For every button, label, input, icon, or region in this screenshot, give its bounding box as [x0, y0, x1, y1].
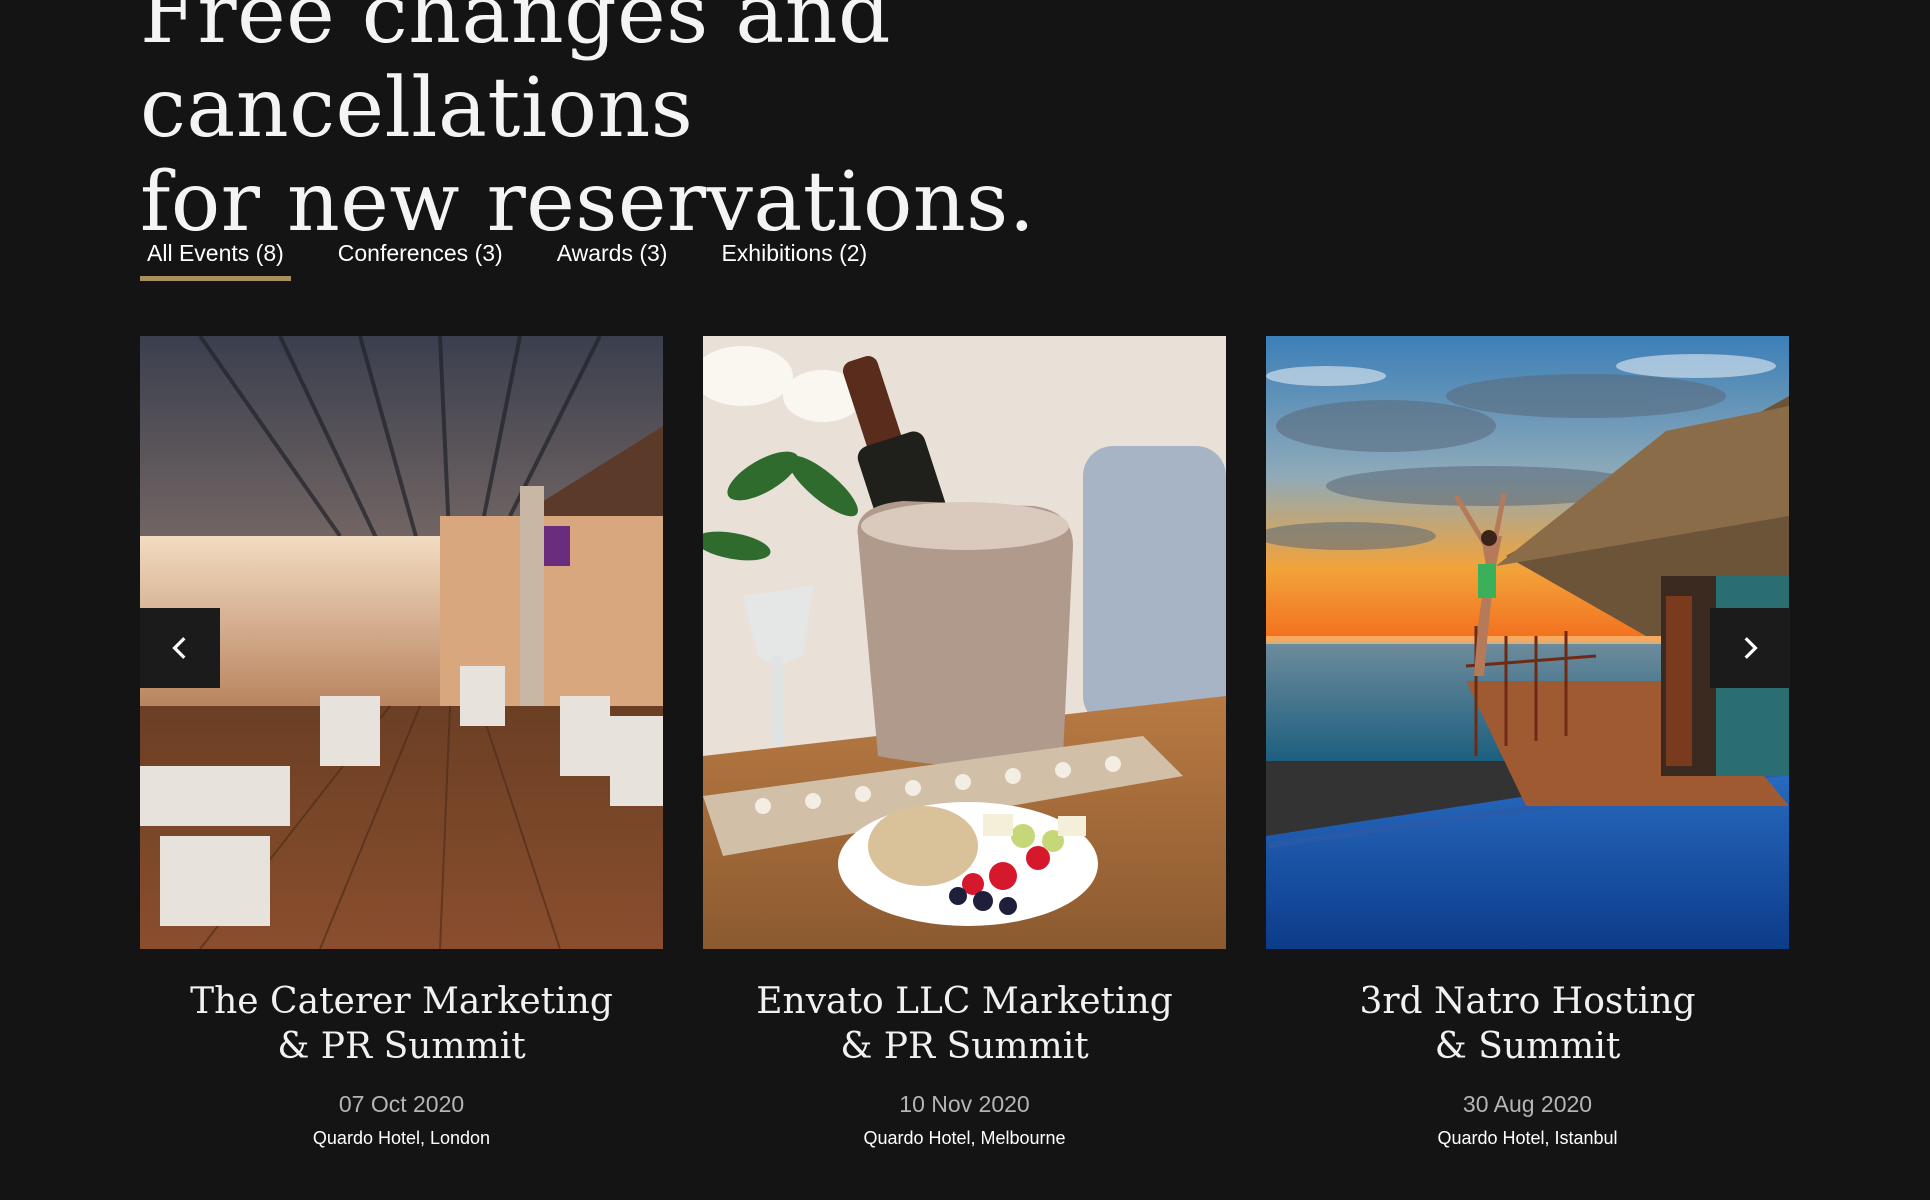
headline-text: Free changes and cancellations for new r…	[140, 0, 1036, 250]
tab-conferences[interactable]: Conferences (3)	[331, 240, 510, 279]
event-carousel: The Caterer Marketing & PR Summit 07 Oct…	[140, 336, 1789, 1149]
champagne-and-fruit-photo[interactable]	[703, 336, 1226, 949]
tab-exhibitions[interactable]: Exhibitions (2)	[714, 240, 874, 279]
event-card[interactable]: The Caterer Marketing & PR Summit 07 Oct…	[140, 336, 663, 1149]
event-venue: Quardo Hotel, Istanbul	[1437, 1128, 1618, 1148]
event-filter-tabs: All Events (8) Conferences (3) Awards (3…	[140, 240, 874, 281]
event-card[interactable]: Envato LLC Marketing & PR Summit 10 Nov …	[703, 336, 1226, 1149]
event-venue: Quardo Hotel, London	[312, 1128, 491, 1148]
event-date: 07 Oct 2020	[338, 1091, 465, 1117]
event-card[interactable]: 3rd Natro Hosting & Summit 30 Aug 2020 Q…	[1266, 336, 1789, 1149]
page: Free changes and cancellations for new r…	[0, 0, 1930, 1200]
event-venue: Quardo Hotel, Melbourne	[863, 1128, 1066, 1148]
event-date: 30 Aug 2020	[1462, 1091, 1593, 1117]
event-title[interactable]: The Caterer Marketing & PR Summit	[140, 979, 663, 1069]
section-headline: Free changes and cancellations for new r…	[140, 0, 1440, 250]
event-title[interactable]: 3rd Natro Hosting & Summit	[1266, 979, 1789, 1069]
tab-all-events[interactable]: All Events (8)	[140, 240, 291, 281]
carousel-prev-button[interactable]	[140, 608, 220, 688]
tab-awards[interactable]: Awards (3)	[550, 240, 675, 279]
chevron-right-icon	[1744, 637, 1758, 659]
event-date: 10 Nov 2020	[899, 1091, 1030, 1117]
event-title[interactable]: Envato LLC Marketing & PR Summit	[703, 979, 1226, 1069]
chevron-left-icon	[172, 637, 186, 659]
carousel-next-button[interactable]	[1710, 608, 1790, 688]
